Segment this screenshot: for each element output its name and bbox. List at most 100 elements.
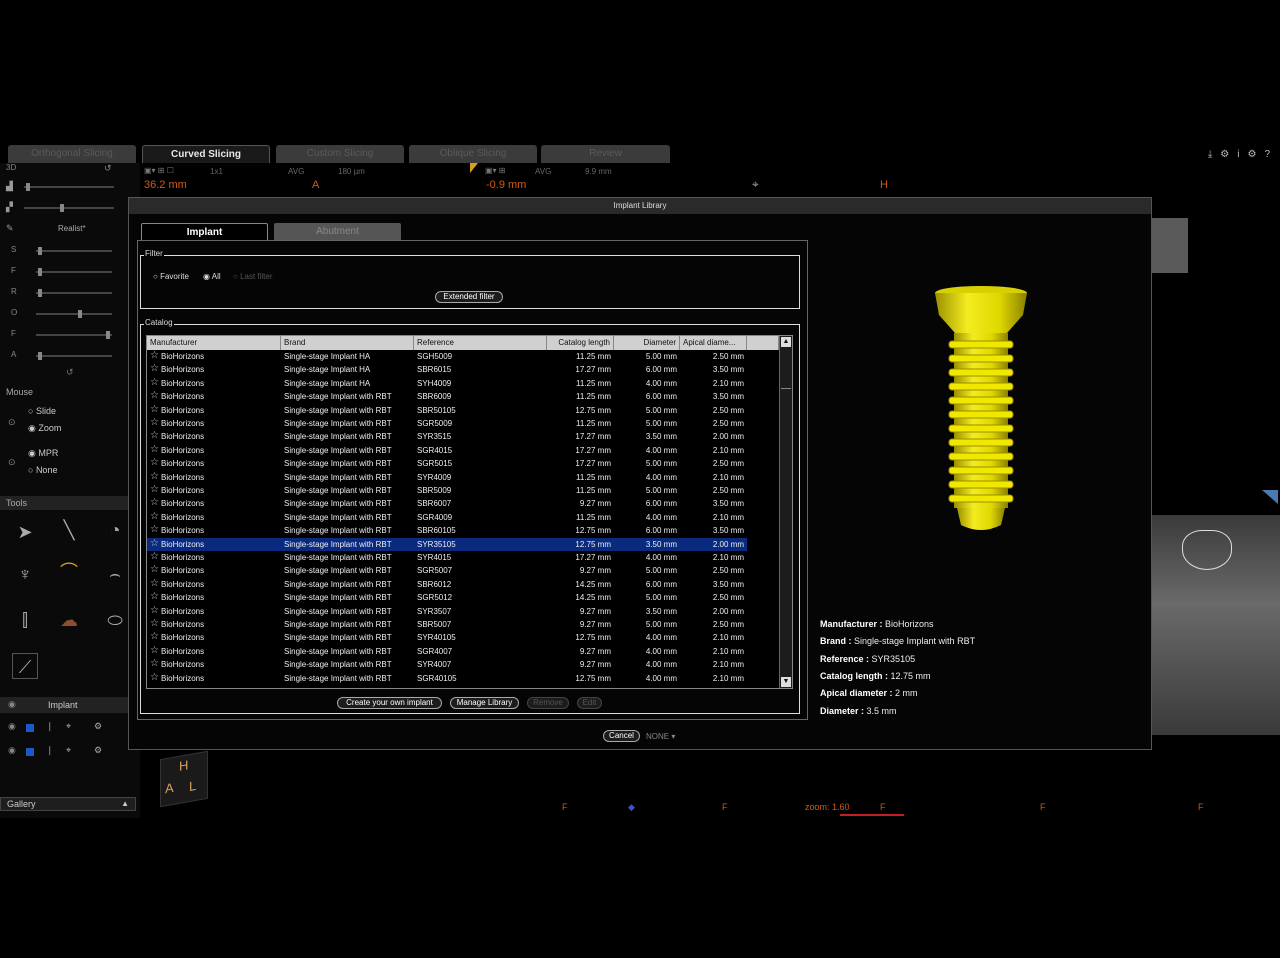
col-reference[interactable]: Reference bbox=[414, 336, 547, 350]
col-catalog-length[interactable]: Catalog length bbox=[547, 336, 614, 350]
radio-all[interactable]: ◉ All bbox=[203, 272, 221, 281]
settings-icon[interactable]: ⚙ bbox=[94, 721, 102, 732]
implant-row-2[interactable]: ◉ ❘ ⌖ ⚙ bbox=[0, 743, 140, 761]
table-row[interactable]: ☆ BioHorizons Single-stage Implant with RB… bbox=[147, 578, 779, 591]
radio-favorite[interactable]: ○ Favorite bbox=[153, 272, 189, 281]
info-icon[interactable]: i bbox=[1237, 149, 1239, 160]
model-icon[interactable]: ⬭ bbox=[102, 607, 128, 633]
ct-slice-view[interactable] bbox=[1152, 215, 1280, 735]
target-icon[interactable]: ⌖ bbox=[66, 745, 71, 756]
table-row[interactable]: ☆ BioHorizons Single-stage Implant with RB… bbox=[147, 631, 779, 644]
col-diameter[interactable]: Diameter bbox=[614, 336, 680, 350]
viewport-tools-icon[interactable]: ▣▾ ⊞ ☐ bbox=[144, 166, 174, 175]
target-icon[interactable]: ⌖ bbox=[66, 721, 71, 732]
tab-review[interactable]: Review bbox=[541, 145, 670, 163]
table-row[interactable]: ☆ BioHorizons Single-stage Implant with RB… bbox=[147, 511, 779, 524]
gallery-bar[interactable]: Gallery ▲ bbox=[0, 797, 136, 811]
settings-icon[interactable]: ⚙ bbox=[1220, 149, 1229, 160]
radio-last-filter[interactable]: ○ Last filter bbox=[233, 272, 273, 281]
ruler-icon[interactable]: ╲ bbox=[56, 517, 82, 543]
favorite-star-icon[interactable]: ☆ bbox=[150, 538, 160, 549]
tab-abutment[interactable]: Abutment bbox=[274, 223, 401, 240]
scroll-down-icon[interactable]: ▼ bbox=[781, 677, 791, 687]
favorite-star-icon[interactable]: ☆ bbox=[150, 458, 160, 468]
slider-2[interactable] bbox=[24, 204, 114, 212]
slider-f2[interactable] bbox=[36, 331, 112, 339]
tab-orthogonal-slicing[interactable]: Orthogonal Slicing bbox=[8, 145, 136, 163]
table-row[interactable]: ☆ BioHorizons Single-stage Implant HA SBR60… bbox=[147, 363, 779, 376]
scroll-up-icon[interactable]: ▲ bbox=[781, 337, 791, 347]
table-row[interactable]: ☆ BioHorizons Single-stage Implant with RB… bbox=[147, 618, 779, 631]
remove-button[interactable]: Remove bbox=[527, 697, 569, 709]
table-row[interactable]: ☆ BioHorizons Single-stage Implant with RB… bbox=[147, 444, 779, 457]
table-row[interactable]: ☆ BioHorizons Single-stage Implant with RB… bbox=[147, 484, 779, 497]
arch-icon[interactable]: ⌒ bbox=[56, 559, 82, 585]
tab-oblique-slicing[interactable]: Oblique Slicing bbox=[409, 145, 537, 163]
avg-select[interactable]: AVG bbox=[288, 167, 304, 176]
cancel-button[interactable]: Cancel bbox=[603, 730, 640, 742]
favorite-star-icon[interactable]: ☆ bbox=[150, 511, 160, 522]
angle-icon[interactable]: ◔ bbox=[102, 517, 128, 543]
table-row[interactable]: ☆ BioHorizons Single-stage Implant with RB… bbox=[147, 564, 779, 577]
table-row[interactable]: ☆ BioHorizons Single-stage Implant with RB… bbox=[147, 658, 779, 671]
radio-zoom[interactable]: ◉ Zoom bbox=[28, 423, 61, 434]
manage-library-button[interactable]: Manage Library bbox=[450, 697, 519, 709]
viewport2-tools-icon[interactable]: ▣▾ ⊞ bbox=[485, 166, 506, 175]
favorite-star-icon[interactable]: ☆ bbox=[150, 351, 160, 361]
scroll-thumb[interactable] bbox=[781, 349, 791, 389]
table-row[interactable]: ☆ BioHorizons Single-stage Implant HA SGH50… bbox=[147, 350, 779, 363]
slider-s[interactable] bbox=[36, 247, 112, 255]
color-swatch[interactable] bbox=[26, 748, 34, 756]
favorite-star-icon[interactable]: ☆ bbox=[150, 632, 160, 642]
tab-implant[interactable]: Implant bbox=[141, 223, 268, 240]
tab-curved-slicing[interactable]: Curved Slicing bbox=[142, 145, 270, 163]
settings-icon[interactable]: ⚙ bbox=[94, 745, 102, 756]
render-mode[interactable]: Realist* bbox=[58, 224, 86, 233]
radio-none[interactable]: ○ None bbox=[28, 465, 57, 475]
tooth-icon[interactable]: ♆ bbox=[12, 561, 38, 587]
table-row[interactable]: ☆ BioHorizons Single-stage Implant with RB… bbox=[147, 551, 779, 564]
favorite-star-icon[interactable]: ☆ bbox=[150, 418, 160, 428]
favorite-star-icon[interactable]: ☆ bbox=[150, 619, 160, 629]
slider-o[interactable] bbox=[36, 310, 112, 318]
table-row[interactable]: ☆ BioHorizons Single-stage Implant HA SYH40… bbox=[147, 377, 779, 390]
favorite-star-icon[interactable]: ☆ bbox=[150, 565, 160, 575]
vertical-scrollbar[interactable]: ▲ ▼ bbox=[779, 336, 792, 688]
table-row[interactable]: ☆ BioHorizons Single-stage Implant with RB… bbox=[147, 524, 779, 537]
orientation-cube[interactable]: H A L bbox=[160, 750, 208, 808]
implant-tool-icon[interactable]: ⫿ bbox=[12, 607, 38, 633]
table-row[interactable]: ☆ BioHorizons Single-stage Implant with RB… bbox=[147, 457, 779, 470]
table-row[interactable]: ☆ BioHorizons Single-stage Implant with RB… bbox=[147, 605, 779, 618]
table-row[interactable]: ☆ BioHorizons Single-stage Implant with RB… bbox=[147, 591, 779, 604]
table-row[interactable]: ☆ BioHorizons Single-stage Implant with RB… bbox=[147, 497, 779, 510]
favorite-star-icon[interactable]: ☆ bbox=[150, 552, 160, 562]
none-select[interactable]: NONE ▾ bbox=[646, 732, 675, 741]
edit-button[interactable]: Edit bbox=[577, 697, 602, 709]
refresh-icon[interactable]: ↺ bbox=[66, 367, 74, 378]
col-brand[interactable]: Brand bbox=[281, 336, 414, 350]
eye-icon[interactable]: ◉ bbox=[8, 745, 16, 756]
table-row[interactable]: ☆ BioHorizons Single-stage Implant with RB… bbox=[147, 672, 779, 685]
jaw-icon[interactable]: ⌢ bbox=[102, 561, 128, 587]
favorite-star-icon[interactable]: ☆ bbox=[150, 391, 160, 401]
create-implant-button[interactable]: Create your own implant bbox=[337, 697, 442, 709]
tab-custom-slicing[interactable]: Custom Slicing bbox=[276, 145, 404, 163]
favorite-star-icon[interactable]: ☆ bbox=[150, 431, 160, 441]
table-row[interactable]: ☆ BioHorizons Single-stage Implant with RB… bbox=[147, 645, 779, 658]
favorite-star-icon[interactable]: ☆ bbox=[150, 659, 160, 669]
slider-f[interactable] bbox=[36, 268, 112, 276]
table-row[interactable]: ☆ BioHorizons Single-stage Implant with RB… bbox=[147, 417, 779, 430]
col-apical-diameter[interactable]: Apical diame... bbox=[680, 336, 747, 350]
draw-icon[interactable]: ⟋ bbox=[12, 653, 38, 679]
favorite-star-icon[interactable]: ☆ bbox=[150, 485, 160, 495]
eye-icon[interactable]: ◉ bbox=[8, 699, 16, 710]
radio-slide[interactable]: ○ Slide bbox=[28, 406, 56, 416]
favorite-star-icon[interactable]: ☆ bbox=[150, 444, 160, 455]
favorite-star-icon[interactable]: ☆ bbox=[150, 377, 160, 388]
favorite-star-icon[interactable]: ☆ bbox=[150, 525, 160, 535]
implant-row-1[interactable]: ◉ ❘ ⌖ ⚙ bbox=[0, 719, 140, 737]
table-row[interactable]: ☆ BioHorizons Single-stage Implant with RB… bbox=[147, 404, 779, 417]
favorite-star-icon[interactable]: ☆ bbox=[150, 605, 160, 616]
implant-3d-preview[interactable] bbox=[935, 285, 1028, 535]
eye-icon[interactable]: ◉ bbox=[8, 721, 16, 732]
